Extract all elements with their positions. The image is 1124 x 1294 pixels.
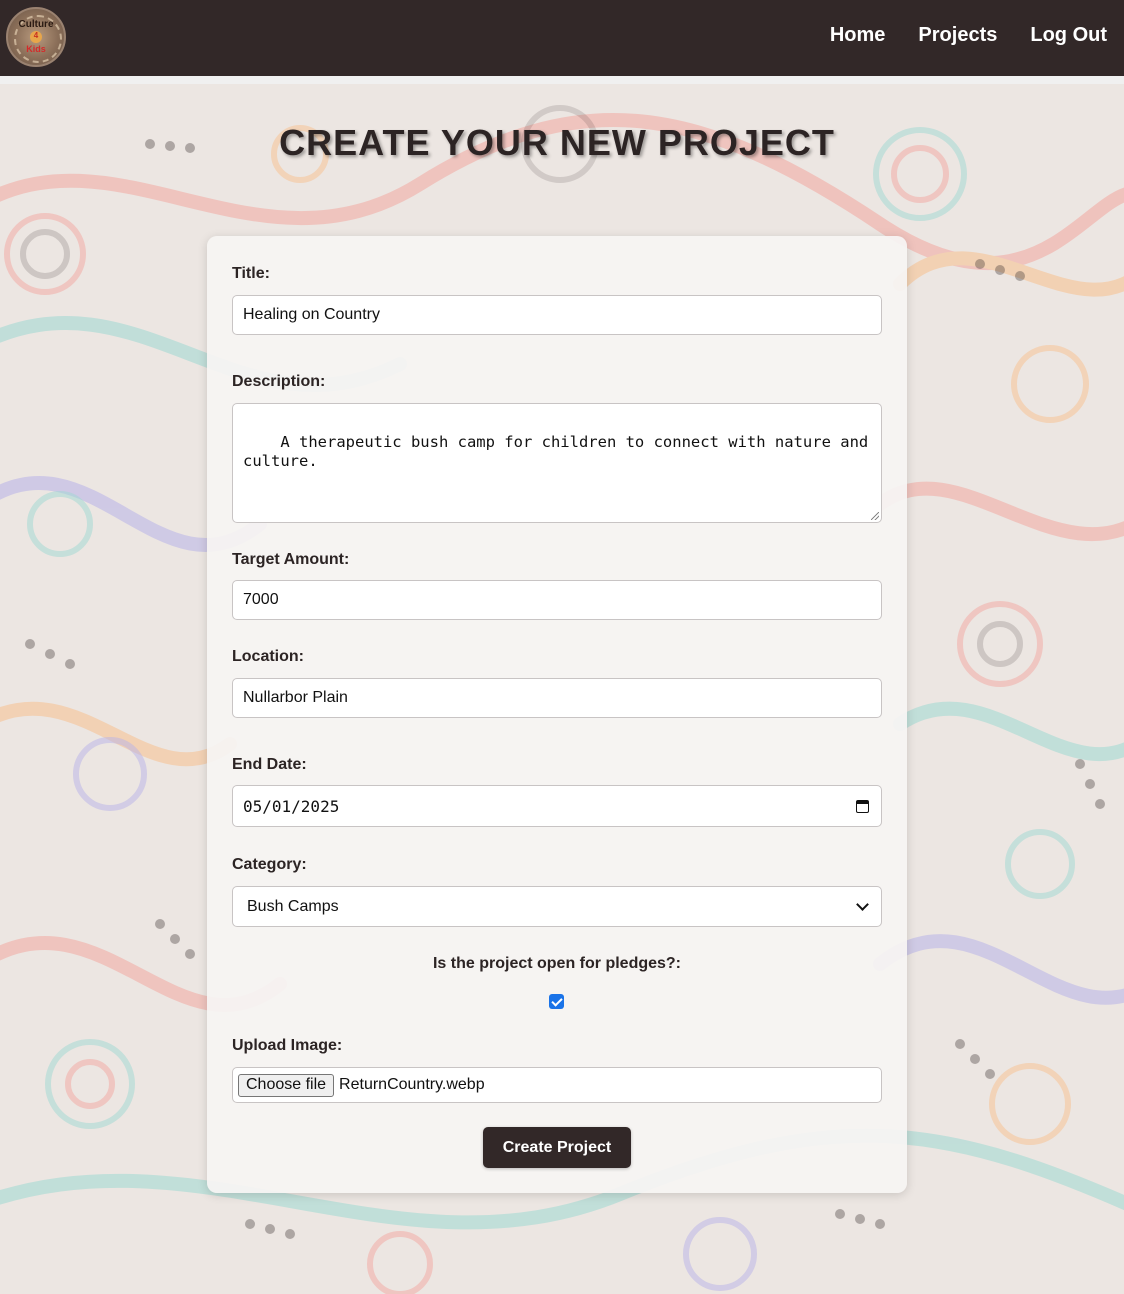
navbar: Culture 4 Kids Home Projects Log Out <box>0 0 1124 76</box>
culture4kids-logo[interactable]: Culture 4 Kids <box>6 7 66 67</box>
category-label: Category: <box>232 856 307 873</box>
create-project-form: Title: Healing on Country Description: A… <box>207 236 907 1193</box>
page-title: CREATE YOUR NEW PROJECT <box>279 122 835 163</box>
nav-home-link[interactable]: Home <box>830 24 886 47</box>
description-text: A therapeutic bush camp for children to … <box>243 433 869 470</box>
logo-text-kids: Kids <box>26 44 46 54</box>
title-label: Title: <box>232 265 270 282</box>
checkmark-icon <box>550 994 563 1007</box>
pledges-label: Is the project open for pledges?: <box>432 955 682 972</box>
choose-file-button[interactable]: Choose file <box>238 1073 335 1097</box>
nav-projects-link[interactable]: Projects <box>918 24 997 47</box>
nav-links: Home Projects Log Out <box>830 24 1107 47</box>
upload-image-label: Upload Image: <box>232 1037 343 1054</box>
target-amount-input[interactable]: 7000 <box>232 580 882 620</box>
target-amount-label: Target Amount: <box>232 551 350 568</box>
title-input[interactable]: Healing on Country <box>232 295 882 335</box>
end-date-value: 05/01/2025 <box>243 796 340 816</box>
create-project-button[interactable]: Create Project <box>483 1127 631 1168</box>
description-label: Description: <box>232 373 326 390</box>
calendar-icon[interactable] <box>856 799 869 813</box>
nav-divider <box>0 76 1124 84</box>
description-textarea[interactable]: A therapeutic bush camp for children to … <box>232 403 882 523</box>
end-date-label: End Date: <box>232 756 307 773</box>
category-selected-value: Bush Camps <box>247 897 339 915</box>
logo-text-culture: Culture <box>18 19 54 30</box>
end-date-input[interactable]: 05/01/2025 <box>232 785 882 827</box>
upload-filename: ReturnCountry.webp <box>339 1076 485 1093</box>
category-select[interactable]: Bush Camps <box>232 886 882 927</box>
resize-grip-icon[interactable] <box>871 512 879 520</box>
nav-logout-link[interactable]: Log Out <box>1030 24 1107 47</box>
logo-text-4: 4 <box>30 31 42 43</box>
pledges-checkbox[interactable] <box>549 994 564 1009</box>
location-label: Location: <box>232 648 304 665</box>
location-input[interactable]: Nullarbor Plain <box>232 678 882 718</box>
chevron-down-icon <box>856 898 869 911</box>
upload-image-input[interactable]: Choose file ReturnCountry.webp <box>232 1067 882 1103</box>
